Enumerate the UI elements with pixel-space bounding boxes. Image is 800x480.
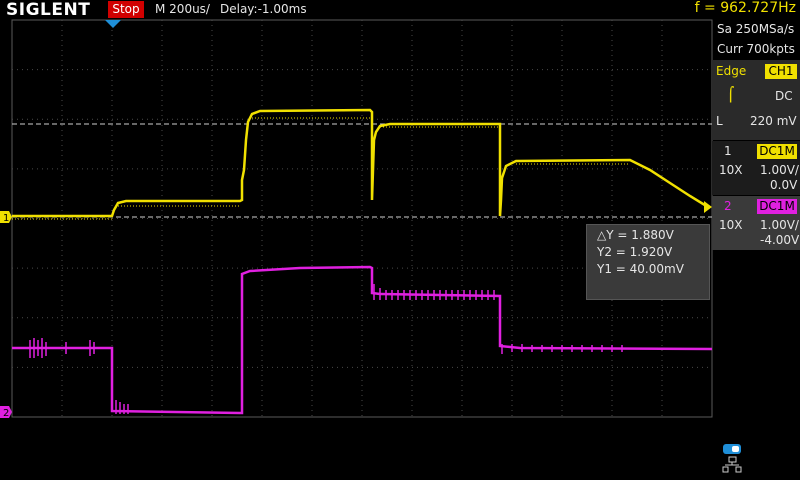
ch2-coupling-badge[interactable]: DC1M (757, 199, 797, 214)
ch1-probe: 10X (719, 163, 743, 177)
trigger-level-value: 220 mV (750, 114, 797, 128)
ch1-offset: 0.0V (770, 178, 798, 192)
trigger-coupling: DC (775, 89, 793, 103)
cursor-measurement-panel: △Y = 1.880V Y2 = 1.920V Y1 = 40.00mV (586, 224, 710, 300)
trigger-source-badge[interactable]: CH1 (765, 64, 797, 79)
memory-depth: Curr 700kpts (717, 42, 795, 56)
trigger-level-marker[interactable] (704, 201, 712, 213)
cursor-delta-y: △Y = 1.880V (597, 228, 674, 242)
cursor-y2-value: Y2 = 1.920V (597, 245, 673, 259)
ch2-number: 2 (724, 199, 732, 213)
ch1-coupling-badge[interactable]: DC1M (757, 144, 797, 159)
ch2-scale: 1.00V/ (760, 218, 799, 232)
cursor-y1-value: Y1 = 40.00mV (597, 262, 684, 276)
ch1-number: 1 (724, 144, 732, 158)
ch2-marker-label: 2 (3, 408, 9, 419)
ch2-offset: -4.00V (760, 233, 800, 247)
ch1-waveform (12, 108, 709, 218)
ch1-scale: 1.00V/ (760, 163, 799, 177)
graticule (12, 20, 712, 417)
trigger-position-marker[interactable] (105, 20, 121, 28)
trigger-type: Edge (716, 64, 747, 78)
ch2-probe: 10X (719, 218, 743, 232)
trigger-level-label: L (716, 114, 723, 128)
ch1-marker-label: 1 (3, 213, 9, 224)
sample-rate: Sa 250MSa/s (717, 22, 795, 36)
network-icon (722, 444, 742, 473)
edge-rising-icon: ⌠ (727, 87, 735, 103)
